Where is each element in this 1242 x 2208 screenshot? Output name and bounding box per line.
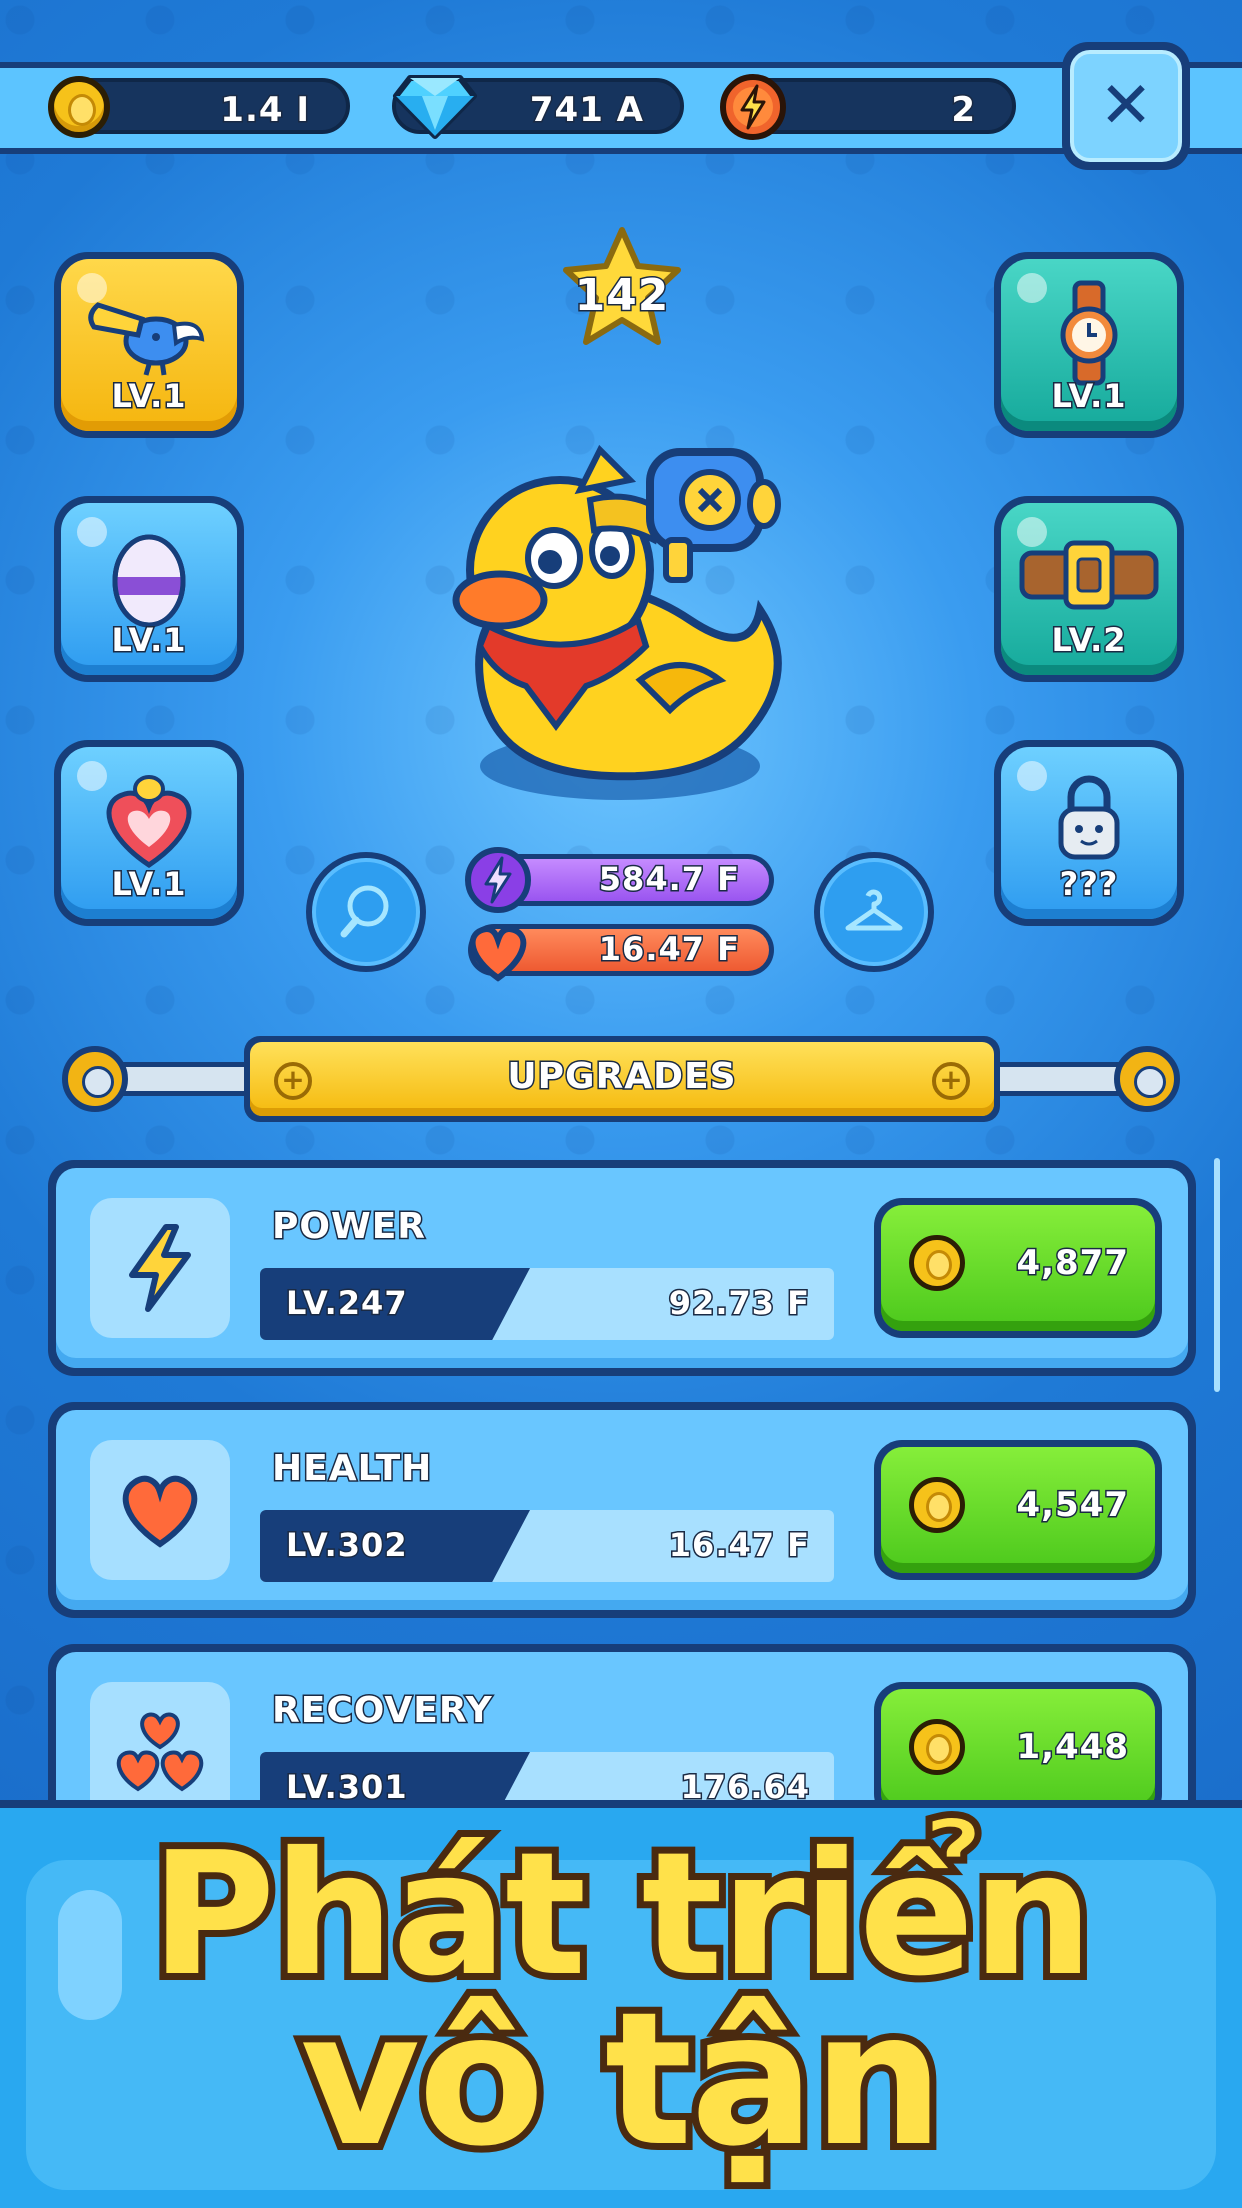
slot-locked[interactable]: ??? — [994, 740, 1184, 926]
buy-power-button[interactable]: 4,877 — [874, 1198, 1162, 1338]
close-icon: ✕ — [1070, 50, 1182, 162]
upgrade-value: 16.47 F — [667, 1525, 810, 1566]
gem-value: 741 A — [528, 89, 644, 132]
upgrade-name: POWER — [270, 1205, 427, 1249]
coin-icon — [909, 1477, 965, 1533]
heart-icon — [469, 926, 527, 982]
upgrade-level: LV.247 — [285, 1283, 409, 1324]
belt-icon — [1019, 540, 1159, 610]
heart-icon — [122, 1475, 198, 1548]
hearts-icon — [116, 1712, 204, 1792]
coin-icon — [48, 76, 110, 138]
buy-health-button[interactable]: 4,547 — [874, 1440, 1162, 1580]
heart-chick-icon — [106, 775, 192, 869]
slot-pet[interactable]: LV.1 — [54, 496, 244, 682]
duck-character[interactable] — [440, 430, 820, 810]
horn-bird-icon — [88, 302, 205, 376]
upgrade-name: RECOVERY — [271, 1689, 494, 1733]
diamond-icon — [393, 75, 477, 139]
coin-icon — [909, 1235, 965, 1291]
upgrade-cost: 4,547 — [1015, 1484, 1130, 1527]
section-title: UPGRADES — [506, 1055, 737, 1099]
slot-weapon[interactable]: LV.1 — [54, 252, 244, 438]
slot-level: LV.1 — [110, 864, 187, 905]
lightning-icon — [129, 1224, 191, 1312]
level-star: 142 — [554, 224, 690, 360]
upgrade-name: HEALTH — [270, 1447, 433, 1491]
upgrade-cost: 4,877 — [1015, 1242, 1130, 1285]
slot-level: LV.1 — [110, 376, 187, 417]
upgrade-level: LV.302 — [285, 1525, 409, 1566]
egg-icon — [112, 534, 186, 628]
slot-belt[interactable]: LV.2 — [994, 496, 1184, 682]
lock-icon — [1058, 775, 1120, 860]
power-stat: 584.7 F — [465, 847, 774, 913]
rail-knob-left — [62, 1046, 128, 1112]
scrollbar[interactable] — [1214, 1158, 1220, 1392]
coin-icon — [909, 1719, 965, 1775]
plus-icon: + — [932, 1062, 970, 1100]
upgrade-level-bar: LV.302 16.47 F — [260, 1510, 834, 1582]
close-button[interactable]: ✕ — [1062, 42, 1190, 170]
slot-level: LV.2 — [1050, 620, 1127, 661]
hanger-icon — [845, 889, 903, 931]
magnifier-icon — [340, 885, 389, 938]
wardrobe-button[interactable] — [814, 852, 934, 972]
upgrade-icon-box — [90, 1440, 230, 1580]
slot-charm[interactable]: LV.1 — [54, 740, 244, 926]
watch-icon — [1060, 280, 1118, 386]
health-stat: 16.47 F — [468, 924, 774, 982]
lightning-icon — [465, 847, 531, 913]
power-value: 584.7 F — [597, 859, 740, 900]
upgrade-value: 92.73 F — [667, 1283, 810, 1324]
rail-knob-right — [1114, 1046, 1180, 1112]
promo-headline-line2: vô tận — [293, 1973, 951, 2187]
upgrade-card-health: HEALTH LV.302 16.47 F 4,547 — [48, 1402, 1196, 1618]
upgrade-level-bar: LV.247 92.73 F — [260, 1268, 834, 1340]
upgrade-cost: 1,448 — [1015, 1726, 1130, 1769]
upgrade-card-power: POWER LV.247 92.73 F 4,877 — [48, 1160, 1196, 1376]
character-level: 142 — [573, 269, 670, 323]
upgrades-banner: + UPGRADES + — [244, 1036, 1000, 1122]
energy-value: 2 — [950, 89, 977, 132]
coin-value: 1.4 I — [219, 89, 311, 132]
slot-level: LV.1 — [1050, 376, 1127, 417]
upgrade-icon-box — [90, 1198, 230, 1338]
slot-level: LV.1 — [110, 620, 187, 661]
energy-icon — [720, 74, 786, 140]
slot-level: ??? — [1058, 864, 1119, 905]
slot-accessory[interactable]: LV.1 — [994, 252, 1184, 438]
inspect-button[interactable] — [306, 852, 426, 972]
health-value: 16.47 F — [597, 929, 740, 970]
